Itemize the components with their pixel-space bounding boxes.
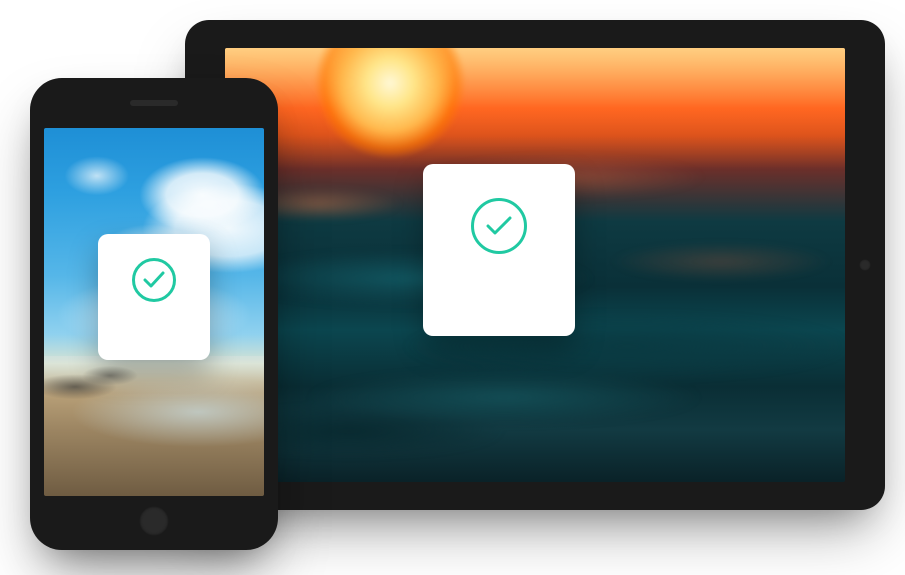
success-card <box>98 234 210 360</box>
checkmark-circle-icon <box>132 258 176 302</box>
checkmark-icon <box>485 215 513 237</box>
success-card <box>423 164 575 336</box>
tablet-home-button[interactable] <box>859 259 871 271</box>
tablet-screen <box>225 48 845 482</box>
phone-home-button[interactable] <box>139 506 169 536</box>
phone-screen <box>44 128 264 496</box>
phone-device <box>30 78 278 550</box>
tablet-device <box>185 20 885 510</box>
phone-speaker <box>130 100 178 106</box>
checkmark-circle-icon <box>471 198 527 254</box>
beach-sand <box>44 356 264 496</box>
checkmark-icon <box>143 271 165 289</box>
